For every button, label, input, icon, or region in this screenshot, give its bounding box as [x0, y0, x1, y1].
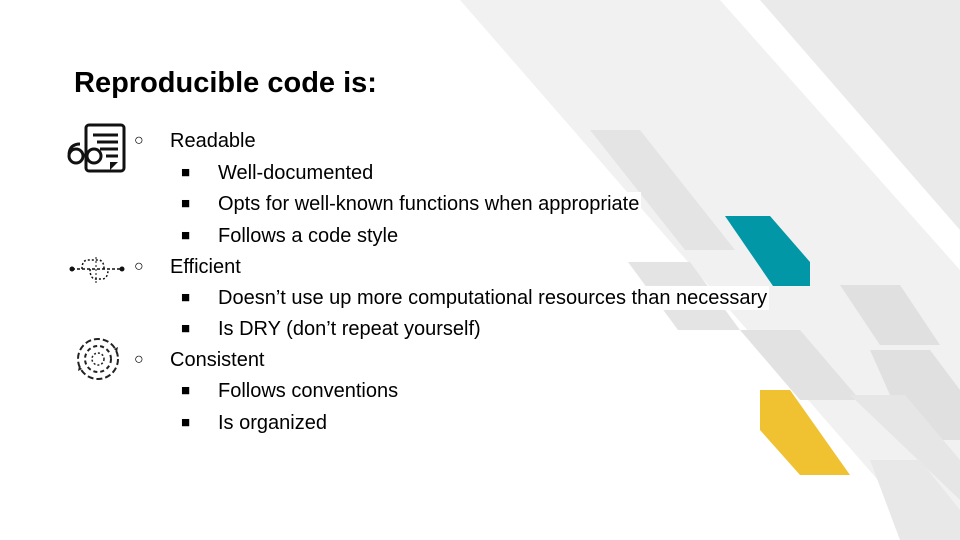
list-item-label: Readable: [170, 129, 258, 153]
reading-glasses-document-icon: [67, 123, 126, 173]
sub-list-item-label: Follows conventions: [218, 379, 401, 403]
sub-list-item-label: Well-documented: [218, 161, 376, 185]
sub-list-item-label: Is organized: [218, 411, 329, 435]
square-bullet: ■: [181, 164, 191, 181]
hollow-circle-bullet: ○: [134, 258, 144, 275]
square-bullet: ■: [181, 382, 191, 399]
hollow-circle-bullet: ○: [134, 132, 144, 149]
slide: Reproducible code is: ○ Readable ■ Well-…: [0, 0, 960, 540]
square-bullet: ■: [181, 320, 191, 337]
slide-title: Reproducible code is:: [74, 67, 377, 99]
sub-list-item-label: Follows a code style: [218, 224, 401, 248]
list-item-label: Efficient: [170, 255, 243, 279]
square-bullet: ■: [181, 227, 191, 244]
consistent-cycle-icon: [77, 338, 119, 380]
sub-list-item-label: Is DRY (don’t repeat yourself): [218, 317, 483, 341]
hollow-circle-bullet: ○: [134, 351, 144, 368]
square-bullet: ■: [181, 414, 191, 431]
sub-list-item-label: Opts for well-known functions when appro…: [218, 192, 642, 216]
square-bullet: ■: [181, 195, 191, 212]
efficient-path-icon: [69, 257, 125, 283]
list-item-label: Consistent: [170, 348, 267, 372]
sub-list-item-label: Doesn’t use up more computational resour…: [218, 286, 770, 310]
square-bullet: ■: [181, 289, 191, 306]
